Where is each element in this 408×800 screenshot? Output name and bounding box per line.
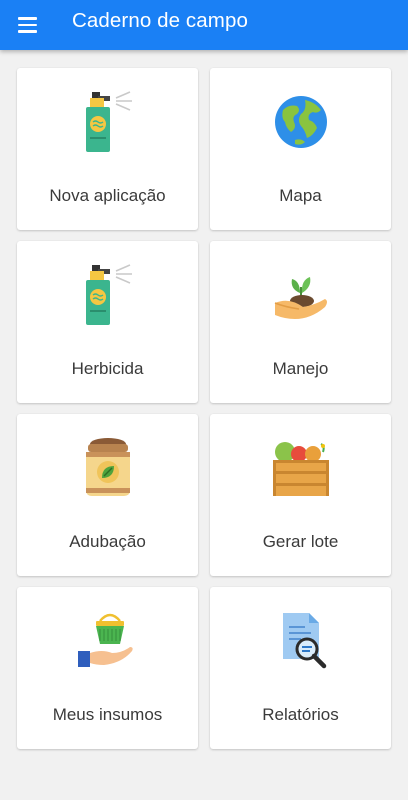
card-meus-insumos[interactable]: Meus insumos bbox=[17, 587, 198, 749]
card-label: Gerar lote bbox=[262, 532, 339, 551]
card-label: Herbicida bbox=[71, 359, 144, 378]
card-mapa[interactable]: Mapa bbox=[210, 68, 391, 230]
card-label: Relatórios bbox=[262, 705, 339, 724]
card-relatorios[interactable]: Relatórios bbox=[210, 587, 391, 749]
spray-bottle-icon bbox=[76, 90, 140, 154]
card-label: Adubação bbox=[69, 532, 146, 551]
fertilizer-bag-icon bbox=[76, 436, 140, 500]
card-label: Meus insumos bbox=[52, 705, 163, 724]
card-gerar-lote[interactable]: Gerar lote bbox=[210, 414, 391, 576]
hand-seedling-icon bbox=[269, 263, 333, 327]
globe-icon bbox=[269, 90, 333, 154]
card-label: Nova aplicação bbox=[49, 186, 166, 205]
report-search-icon bbox=[269, 609, 333, 673]
hand-basket-icon bbox=[76, 609, 140, 673]
card-herbicida[interactable]: Herbicida bbox=[17, 241, 198, 403]
page-title: Caderno de campo bbox=[72, 9, 248, 32]
spray-bottle-icon bbox=[76, 263, 140, 327]
card-label: Manejo bbox=[272, 359, 329, 378]
card-manejo[interactable]: Manejo bbox=[210, 241, 391, 403]
card-nova-aplicacao[interactable]: Nova aplicação bbox=[17, 68, 198, 230]
vegetable-crate-icon bbox=[269, 436, 333, 500]
card-label: Mapa bbox=[279, 186, 322, 205]
menu-icon[interactable] bbox=[16, 13, 40, 37]
app-bar: Caderno de campo bbox=[0, 0, 408, 50]
menu-grid: Nova aplicação Mapa Herbicida Manejo Adu… bbox=[17, 68, 391, 749]
card-adubacao[interactable]: Adubação bbox=[17, 414, 198, 576]
